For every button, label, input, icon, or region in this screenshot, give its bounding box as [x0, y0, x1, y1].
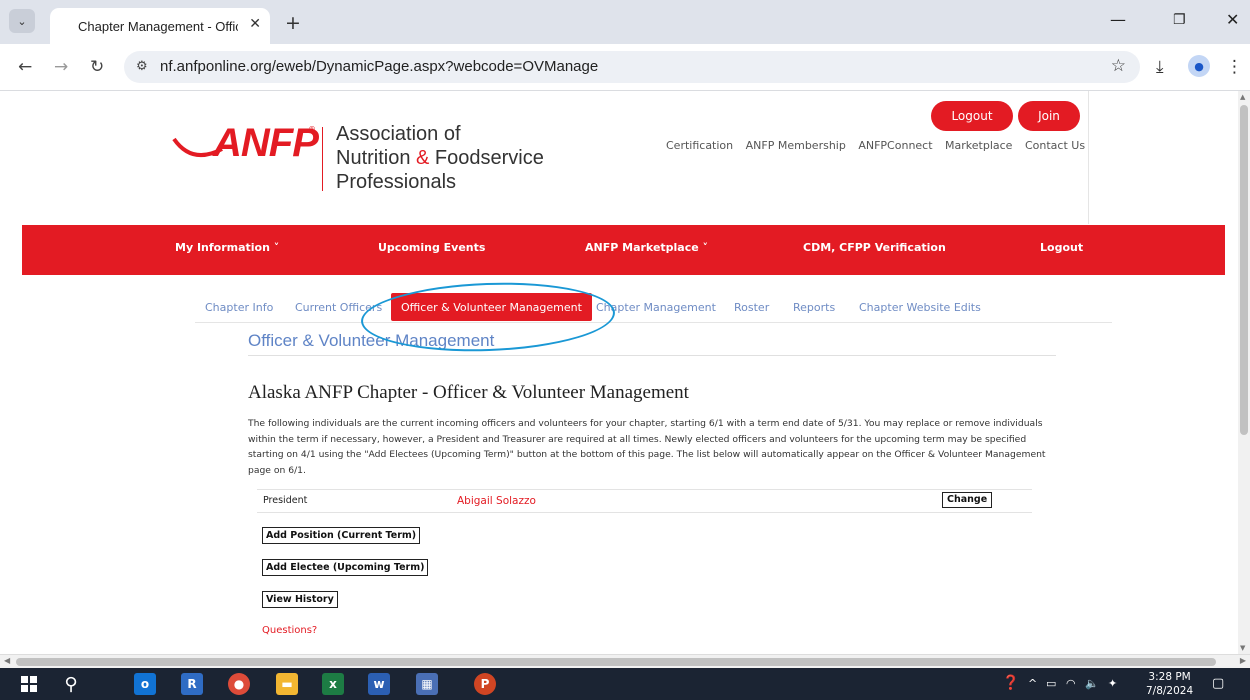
- scroll-thumb[interactable]: [1240, 105, 1248, 435]
- profile-avatar[interactable]: ●: [1188, 55, 1210, 77]
- app-r-icon[interactable]: R: [181, 673, 203, 695]
- main-nav: My Information ˅ Upcoming Events ANFP Ma…: [22, 225, 1225, 275]
- volume-icon[interactable]: 🔈: [1085, 677, 1099, 690]
- link-marketplace[interactable]: Marketplace: [945, 139, 1012, 152]
- anfp-logo[interactable]: ANFP: [213, 121, 319, 166]
- back-icon[interactable]: ←: [18, 57, 32, 77]
- scroll-down-icon[interactable]: ▼: [1240, 644, 1245, 652]
- nav-anfp-marketplace[interactable]: ANFP Marketplace ˅: [585, 241, 708, 254]
- excel-icon[interactable]: x: [322, 673, 344, 695]
- powerpoint-icon[interactable]: P: [474, 673, 496, 695]
- word-icon[interactable]: w: [368, 673, 390, 695]
- close-icon[interactable]: ✕: [249, 16, 261, 32]
- tab-title: Chapter Management - Officer: [78, 19, 238, 34]
- logo-divider: [322, 127, 323, 191]
- notifications-icon[interactable]: ▢: [1212, 676, 1224, 691]
- chevron-down-icon: ⌄: [17, 14, 27, 28]
- horizontal-scrollbar[interactable]: ◀ ▶: [0, 654, 1250, 669]
- add-electee-button[interactable]: Add Electee (Upcoming Term): [262, 559, 429, 576]
- association-word-foodservice: Foodservice: [429, 147, 544, 169]
- search-icon[interactable]: ⚲: [60, 673, 82, 695]
- link-certification[interactable]: Certification: [666, 139, 733, 152]
- tab-roster[interactable]: Roster: [734, 301, 769, 314]
- url-text[interactable]: nf.anfponline.org/eweb/DynamicPage.aspx?…: [160, 58, 598, 75]
- site-settings-icon[interactable]: ⚙: [136, 59, 148, 74]
- logout-button[interactable]: Logout: [931, 101, 1013, 131]
- sub-tabs: Chapter Info Current Officers Officer & …: [0, 291, 1238, 321]
- address-bar[interactable]: ⚙ nf.anfponline.org/eweb/DynamicPage.asp…: [124, 51, 1140, 83]
- scroll-right-icon[interactable]: ▶: [1240, 656, 1246, 665]
- windows-taskbar: ⚲ o R ● ▬ x w ▦ P ❓ ^ ▭ ◠ 🔈 ✦ 3:28 PM 7/…: [0, 668, 1250, 700]
- download-icon[interactable]: ⤓: [1156, 57, 1164, 77]
- association-line-1: Association of: [336, 123, 461, 145]
- association-line-2: Nutrition & Foodservice: [336, 146, 544, 170]
- link-contact-us[interactable]: Contact Us: [1025, 139, 1085, 152]
- reload-icon[interactable]: ↻: [90, 57, 104, 77]
- scroll-left-icon[interactable]: ◀: [4, 656, 10, 665]
- hscroll-thumb[interactable]: [16, 658, 1216, 666]
- restore-icon[interactable]: ❐: [1173, 12, 1186, 28]
- questions-link[interactable]: Questions?: [262, 625, 317, 636]
- nav-logout[interactable]: Logout: [1040, 241, 1083, 254]
- tab-chapter-website-edits[interactable]: Chapter Website Edits: [859, 301, 981, 314]
- subtab-divider: [195, 322, 1112, 323]
- association-name: Association of Nutrition & Foodservice P…: [336, 122, 544, 194]
- change-button[interactable]: Change: [942, 492, 993, 508]
- link-anfpconnect[interactable]: ANFPConnect: [858, 139, 932, 152]
- battery-icon[interactable]: ▭: [1046, 677, 1056, 690]
- vertical-scrollbar[interactable]: ▲ ▼: [1238, 91, 1250, 654]
- tab-chapter-info[interactable]: Chapter Info: [205, 301, 273, 314]
- registered-mark: ®: [308, 125, 316, 134]
- forward-icon[interactable]: →: [54, 57, 68, 77]
- window-close-icon[interactable]: ✕: [1226, 10, 1239, 29]
- system-clock[interactable]: 3:28 PM 7/8/2024: [1146, 670, 1193, 698]
- file-explorer-icon[interactable]: ▬: [276, 673, 298, 695]
- new-tab-icon[interactable]: +: [285, 12, 301, 34]
- windows-start-icon[interactable]: [18, 673, 40, 695]
- scroll-up-icon[interactable]: ▲: [1240, 93, 1245, 101]
- table-row: President Abigail Solazzo Change: [257, 489, 1032, 513]
- intro-text: The following individuals are the curren…: [248, 418, 1046, 476]
- top-links: Certification ANFP Membership ANFPConnec…: [666, 139, 1094, 152]
- more-menu-icon[interactable]: ⋮: [1226, 57, 1243, 77]
- wifi-icon[interactable]: ◠: [1066, 677, 1076, 690]
- person-icon: ●: [1194, 59, 1204, 73]
- add-position-button[interactable]: Add Position (Current Term): [262, 527, 421, 544]
- chevron-up-icon[interactable]: ^: [1028, 677, 1037, 690]
- association-line-3: Professionals: [336, 171, 457, 193]
- view-history-button[interactable]: View History: [262, 591, 338, 608]
- chrome-icon[interactable]: ●: [228, 673, 250, 695]
- link-anfp-membership[interactable]: ANFP Membership: [746, 139, 846, 152]
- browser-tab[interactable]: Chapter Management - Officer ✕: [50, 8, 270, 44]
- officer-name: Abigail Solazzo: [457, 495, 536, 507]
- tab-reports[interactable]: Reports: [793, 301, 835, 314]
- clock-date: 7/8/2024: [1146, 685, 1194, 697]
- browser-tab-bar: ⌄ Chapter Management - Officer ✕ + — ❐ ✕: [0, 0, 1250, 44]
- page-title: Alaska ANFP Chapter - Officer & Voluntee…: [248, 382, 689, 403]
- nav-upcoming-events[interactable]: Upcoming Events: [378, 241, 485, 254]
- nav-my-information[interactable]: My Information ˅: [175, 241, 279, 254]
- header-divider: [1088, 91, 1089, 224]
- nav-cdm-cfpp-verification[interactable]: CDM, CFPP Verification: [803, 241, 946, 254]
- bookmark-star-icon[interactable]: ☆: [1111, 56, 1126, 76]
- minimize-icon[interactable]: —: [1110, 10, 1126, 29]
- association-word-nutrition: Nutrition: [336, 147, 417, 169]
- officer-position: President: [263, 495, 308, 506]
- browser-toolbar: ← → ↻ ⚙ nf.anfponline.org/eweb/DynamicPa…: [0, 44, 1250, 91]
- clock-time: 3:28 PM: [1148, 671, 1191, 683]
- web-page: ANFP ® Association of Nutrition & Foodse…: [0, 91, 1238, 654]
- tab-search-button[interactable]: ⌄: [9, 9, 35, 33]
- outlook-icon[interactable]: o: [134, 673, 156, 695]
- dropbox-icon[interactable]: ✦: [1108, 677, 1117, 690]
- association-ampersand: &: [416, 147, 430, 169]
- heading-divider: [248, 355, 1056, 356]
- help-icon[interactable]: ❓: [1002, 675, 1019, 691]
- join-button[interactable]: Join: [1018, 101, 1080, 131]
- calculator-icon[interactable]: ▦: [416, 673, 438, 695]
